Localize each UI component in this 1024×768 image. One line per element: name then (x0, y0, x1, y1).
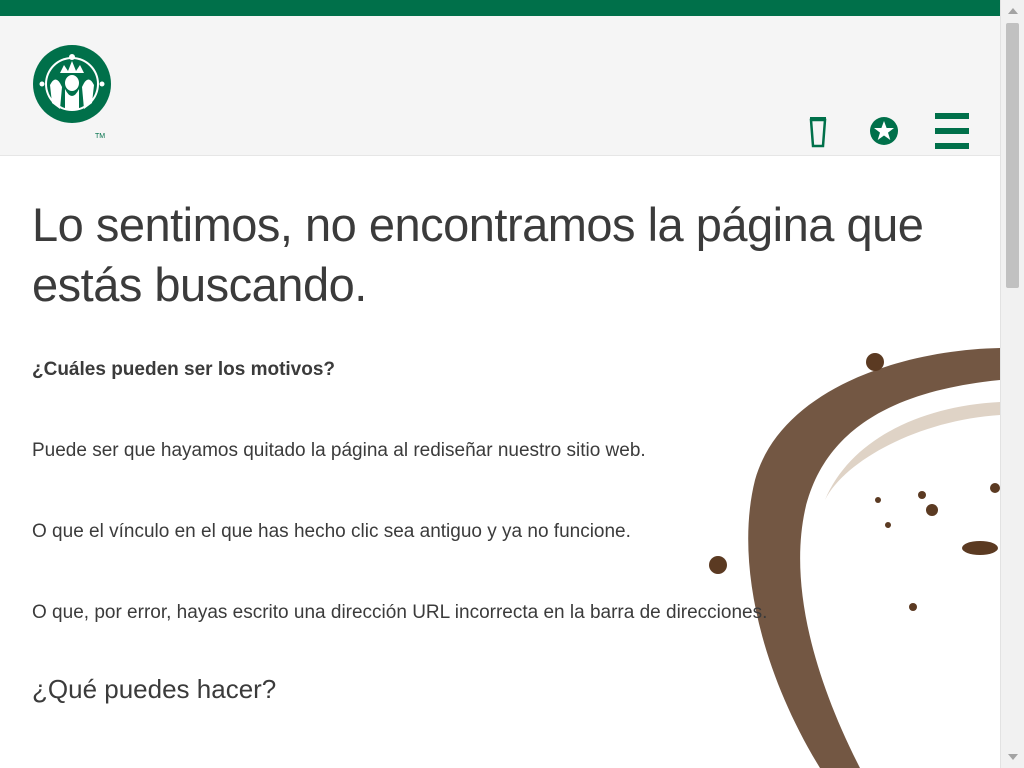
cup-icon[interactable] (808, 116, 828, 148)
coffee-stain-decoration (709, 348, 1000, 768)
top-green-bar (0, 0, 1000, 16)
siren-logo-icon[interactable] (32, 43, 112, 125)
page-title: Lo sentimos, no encontramos la página qu… (32, 198, 924, 311)
scroll-down-arrow-icon[interactable] (1008, 754, 1018, 760)
reason-text: Puede ser que hayamos quitado la página … (32, 440, 646, 461)
reasons-heading: ¿Cuáles pueden ser los motivos? (32, 359, 336, 380)
vertical-scrollbar[interactable] (1000, 0, 1024, 768)
star-icon[interactable] (869, 116, 899, 146)
trademark-text: TM (95, 133, 106, 140)
hamburger-menu-icon[interactable] (935, 113, 969, 149)
reason-text: O que, por error, hayas escrito una dire… (32, 602, 768, 623)
scroll-thumb[interactable] (1006, 23, 1019, 288)
site-header: TM (0, 16, 1000, 156)
scroll-up-arrow-icon[interactable] (1008, 8, 1018, 14)
main-content: Lo sentimos, no encontramos la página qu… (32, 195, 932, 315)
what-to-do-heading: ¿Qué puedes hacer? (32, 674, 277, 704)
reason-text: O que el vínculo en el que has hecho cli… (32, 521, 631, 542)
